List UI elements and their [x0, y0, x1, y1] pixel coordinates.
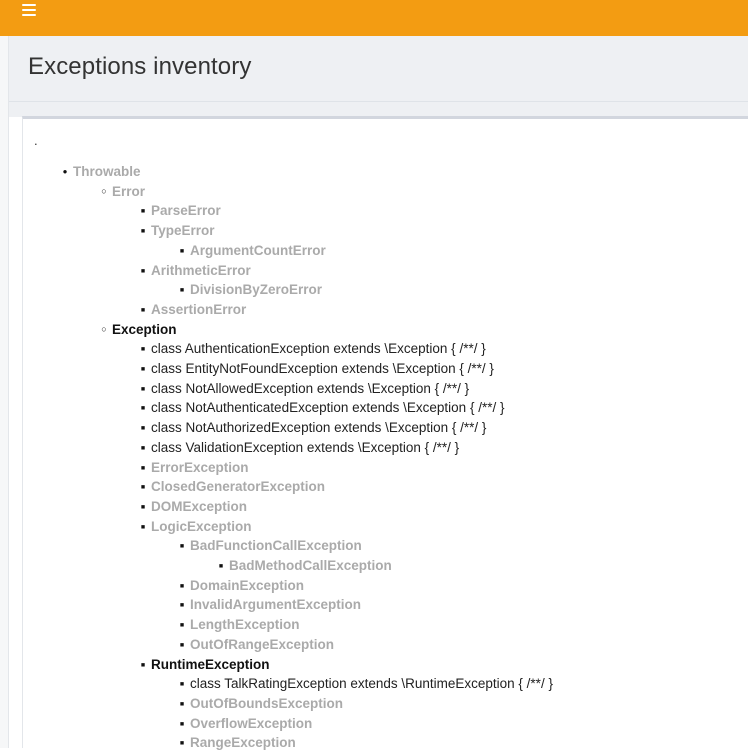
tree-item-label: class EntityNotFoundException extends \E… — [151, 361, 494, 376]
tree-item: ClosedGeneratorException — [151, 478, 325, 496]
tree-item: BadFunctionCallException — [190, 537, 362, 555]
bullet-icon — [177, 695, 187, 716]
tree-item: OverflowException — [190, 715, 312, 733]
tree-item: class AuthenticationException extends \E… — [151, 340, 486, 358]
tree-item: Error — [112, 183, 145, 201]
bullet-icon — [138, 478, 148, 499]
bullet-icon — [60, 163, 70, 183]
tree-item: RangeException — [190, 734, 296, 752]
bullet-icon — [138, 222, 148, 243]
bullet-icon — [216, 557, 226, 578]
bullet-icon — [138, 399, 148, 420]
tree-item-label: DOMException — [151, 499, 248, 514]
bullet-icon — [138, 380, 148, 401]
bullet-icon — [177, 616, 187, 637]
bullet-icon — [99, 321, 109, 340]
bullet-icon — [138, 459, 148, 480]
tree-item-label: LengthException — [190, 617, 300, 632]
tree-item: DomainException — [190, 577, 304, 595]
bullet-icon — [177, 596, 187, 617]
tree-item-label: DivisionByZeroError — [190, 282, 323, 297]
bullet-icon — [177, 537, 187, 558]
tree-item-label: ErrorException — [151, 460, 249, 475]
tree-item: AssertionError — [151, 301, 246, 319]
page-title: Exceptions inventory — [28, 53, 252, 80]
bullet-icon — [138, 202, 148, 223]
tree-item-label: ArithmeticError — [151, 263, 251, 278]
bullet-icon — [138, 518, 148, 539]
tree-item-label: class AuthenticationException extends \E… — [151, 341, 486, 356]
tree-item-label: RuntimeException — [151, 657, 270, 672]
tree-item: class NotAuthorizedException extends \Ex… — [151, 419, 486, 437]
bullet-icon — [99, 183, 109, 202]
tree-item-label: Error — [112, 184, 146, 199]
header-gap — [9, 102, 748, 117]
tree-item: ArgumentCountError — [190, 242, 326, 260]
tree-item: DivisionByZeroError — [190, 281, 322, 299]
tree-item-label: class TalkRatingException extends \Runti… — [190, 676, 553, 691]
tree-item: ArithmeticError — [151, 262, 251, 280]
bullet-icon — [138, 262, 148, 283]
bullet-icon — [138, 656, 148, 677]
tree-item-label: TypeError — [151, 223, 215, 238]
tree-item: BadMethodCallException — [229, 557, 392, 575]
bullet-icon — [138, 498, 148, 519]
bullet-icon — [138, 419, 148, 440]
tree-item-label: LogicException — [151, 519, 252, 534]
page-header: Exceptions inventory — [9, 36, 748, 102]
hamburger-menu-icon[interactable] — [22, 4, 36, 18]
tree-item: TypeError — [151, 222, 215, 240]
sidebar-edge — [0, 36, 9, 748]
tree-item: class ValidationException extends \Excep… — [151, 439, 459, 457]
tree-item-label: class ValidationException extends \Excep… — [151, 440, 460, 455]
bullet-icon — [138, 340, 148, 361]
tree-item: class NotAuthenticatedException extends … — [151, 399, 504, 417]
tree-item-label: BadFunctionCallException — [190, 538, 362, 553]
tree-item-label: OutOfBoundsException — [190, 696, 343, 711]
tree-item: LengthException — [190, 616, 300, 634]
tree-item: DOMException — [151, 498, 247, 516]
tree-item: RuntimeException — [151, 656, 270, 674]
tree-item-label: InvalidArgumentException — [190, 597, 362, 612]
tree-item: InvalidArgumentException — [190, 596, 361, 614]
bullet-icon — [177, 281, 187, 302]
bullet-icon — [177, 734, 187, 755]
bullet-icon — [138, 439, 148, 460]
bullet-icon — [177, 577, 187, 598]
list-dot: . — [34, 133, 38, 148]
tree-item: class EntityNotFoundException extends \E… — [151, 360, 494, 378]
bullet-icon — [177, 715, 187, 736]
tree-item: class TalkRatingException extends \Runti… — [190, 675, 553, 693]
tree-item-label: class NotAuthenticatedException extends … — [151, 400, 505, 415]
tree-item-label: class NotAllowedException extends \Excep… — [151, 381, 470, 396]
tree-item-label: Throwable — [73, 164, 141, 179]
tree-item-label: OverflowException — [190, 716, 313, 731]
tree-item-label: ClosedGeneratorException — [151, 479, 326, 494]
tree-item: ErrorException — [151, 459, 249, 477]
tree-item: LogicException — [151, 518, 252, 536]
tree-item-label: BadMethodCallException — [229, 558, 392, 573]
bullet-icon — [177, 242, 187, 263]
bullet-icon — [138, 360, 148, 381]
bullet-icon — [177, 636, 187, 657]
tree-item-label: OutOfRangeException — [190, 637, 335, 652]
tree-item: Throwable — [73, 163, 141, 181]
bullet-icon — [177, 675, 187, 696]
tree-item-label: class NotAuthorizedException extends \Ex… — [151, 420, 487, 435]
tree-item-label: ArgumentCountError — [190, 243, 326, 258]
tree-item: ParseError — [151, 202, 221, 220]
tree-item-label: Exception — [112, 322, 177, 337]
top-bar — [0, 0, 748, 36]
tree-item: Exception — [112, 321, 177, 339]
tree-item-label: AssertionError — [151, 302, 247, 317]
content-card: . Throwable Error ParseError TypeError Argum… — [22, 116, 748, 750]
tree-item-label: DomainException — [190, 578, 305, 593]
bullet-icon — [138, 301, 148, 322]
tree-item: OutOfRangeException — [190, 636, 334, 654]
tree-item: OutOfBoundsException — [190, 695, 343, 713]
tree-item: class NotAllowedException extends \Excep… — [151, 380, 469, 398]
tree-item-label: ParseError — [151, 203, 221, 218]
